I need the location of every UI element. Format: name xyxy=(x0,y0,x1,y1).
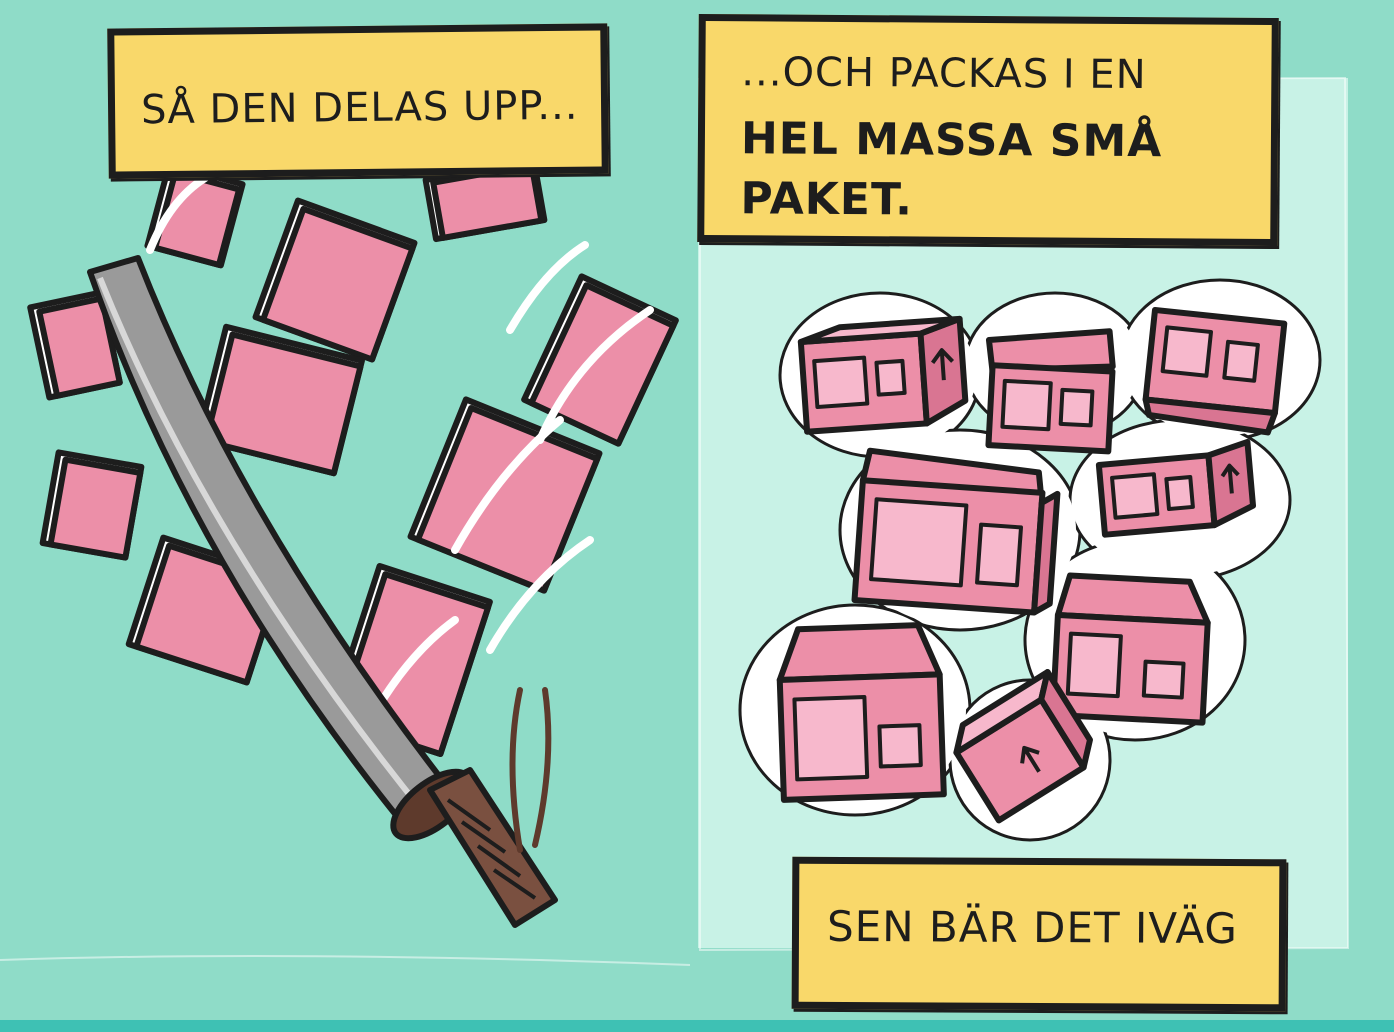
package-box xyxy=(776,622,947,803)
package-box xyxy=(797,315,969,435)
caption-text-line-3: PAKET. xyxy=(740,173,914,226)
caption-text: SÅ DEN DELAS UPP... xyxy=(140,82,579,134)
bottom-strip xyxy=(0,1020,1394,1032)
package-box xyxy=(1142,307,1288,436)
caption-text-line-2: HEL MASSA SMÅ xyxy=(740,113,1163,168)
caption-box-bottom-right: SEN BÄR DET IVÄG xyxy=(791,856,1287,1012)
package-box xyxy=(1049,572,1211,726)
caption-text-line-1: ...OCH PACKAS I EN xyxy=(741,49,1147,99)
comic-page: SÅ DEN DELAS UPP... ...OCH PACKAS I EN H… xyxy=(0,0,1394,1032)
caption-box-left: SÅ DEN DELAS UPP... xyxy=(107,23,609,179)
package-box xyxy=(851,447,1061,616)
package-box xyxy=(985,328,1116,455)
caption-box-top-right: ...OCH PACKAS I EN HEL MASSA SMÅ PAKET. xyxy=(697,13,1279,247)
caption-text: SEN BÄR DET IVÄG xyxy=(826,901,1239,954)
